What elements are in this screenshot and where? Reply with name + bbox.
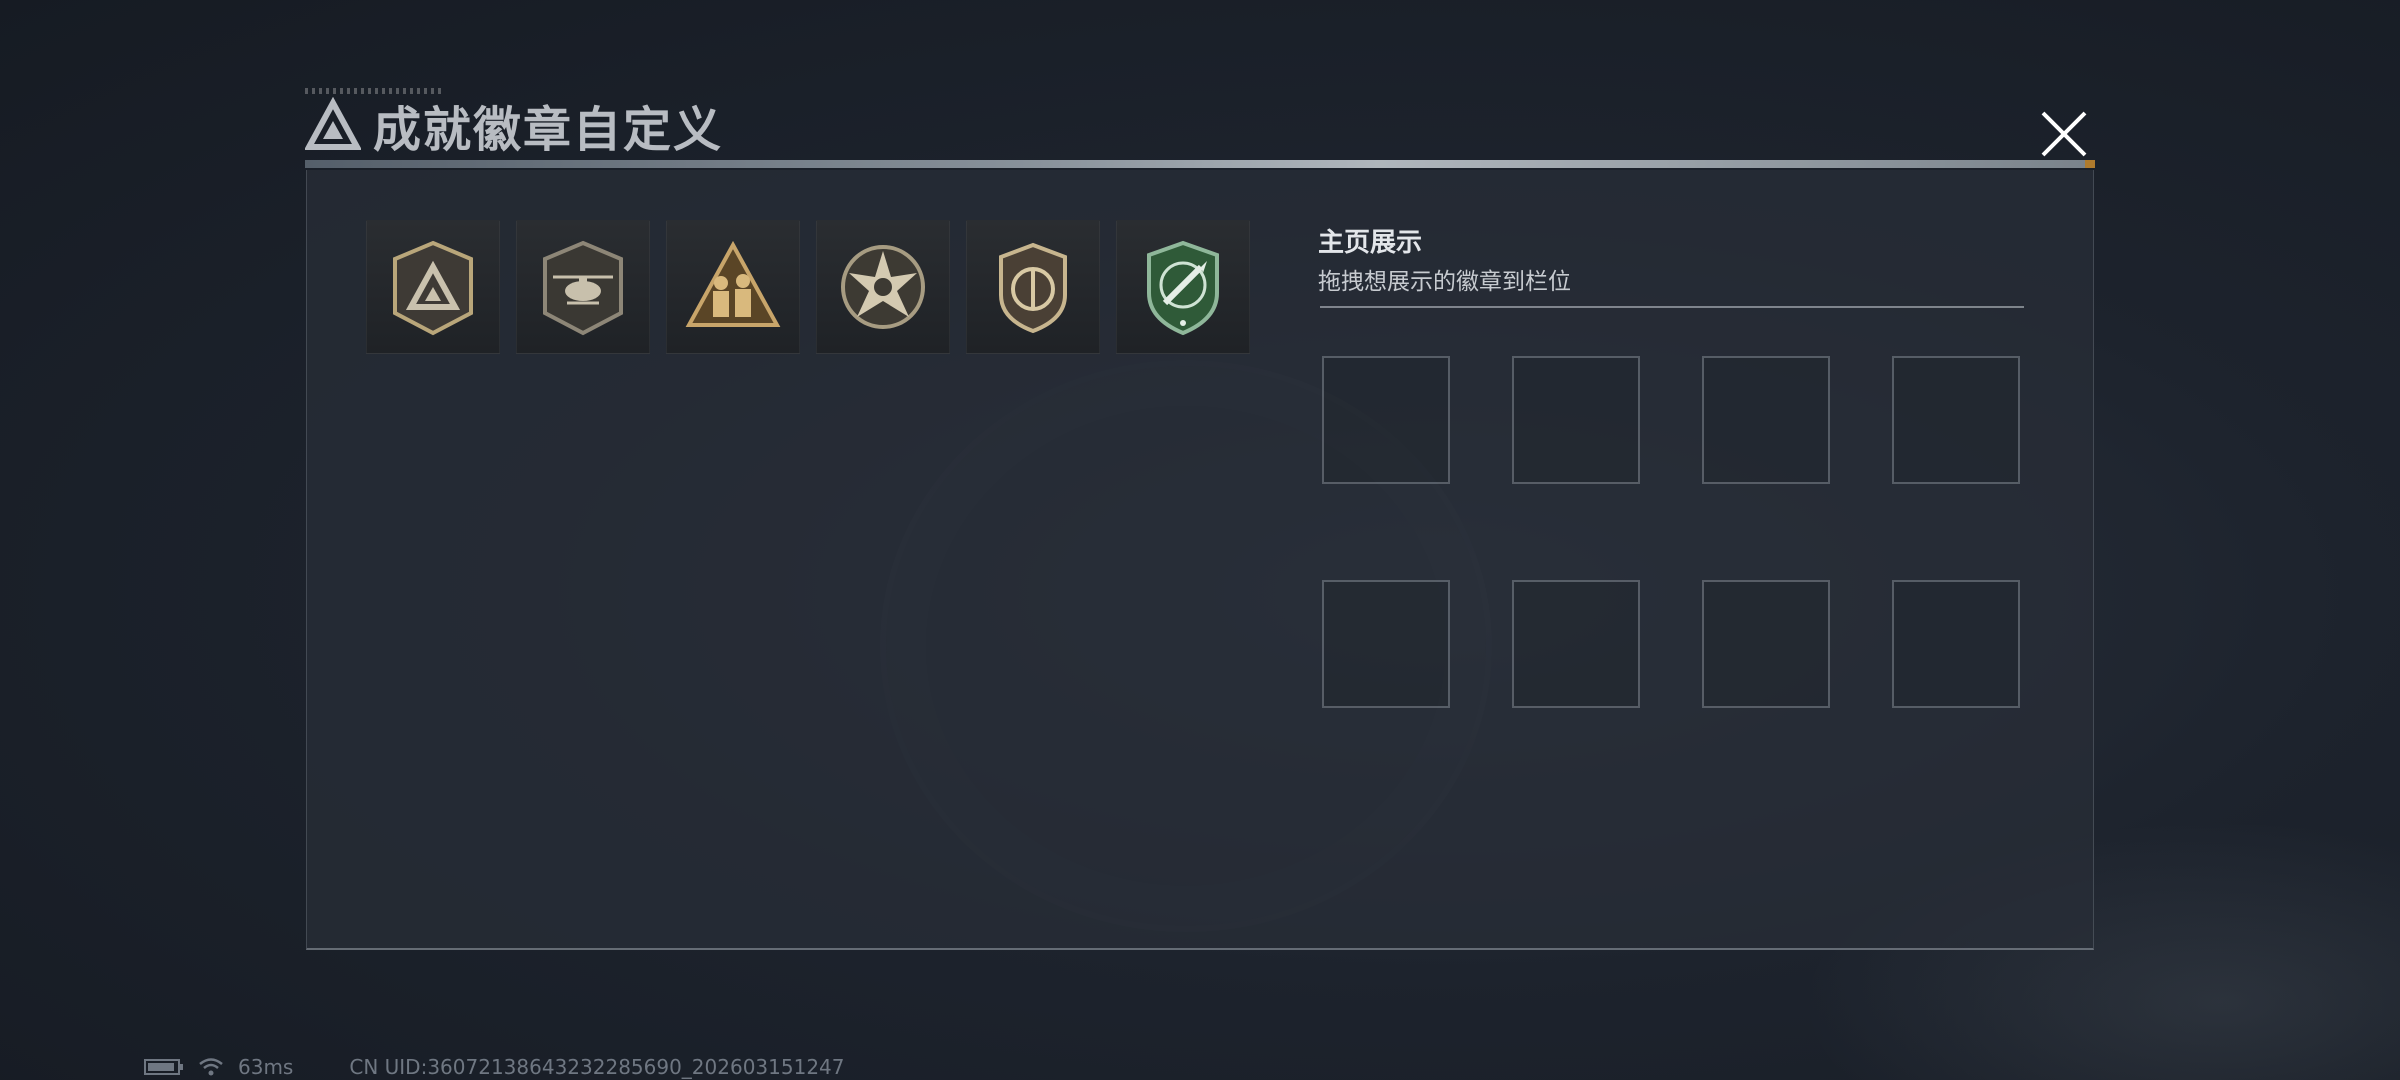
shield-triangle-badge-icon [393, 240, 473, 336]
green-knife-shield-badge-icon [1147, 240, 1219, 336]
close-button[interactable] [2030, 100, 2098, 168]
showcase-subtitle: 拖拽想展示的徽章到栏位 [1318, 269, 1571, 295]
close-icon [2041, 111, 2087, 157]
ping-value: 63ms [238, 1055, 294, 1079]
badge-slot-4[interactable] [816, 220, 950, 354]
header-divider [305, 160, 2095, 168]
showcase-slot-4[interactable] [1892, 356, 2020, 484]
showcase-slot-8[interactable] [1892, 580, 2020, 708]
badge-slot-3[interactable] [666, 220, 800, 354]
wifi-icon [199, 1058, 223, 1076]
battery-icon [144, 1059, 183, 1075]
showcase-title: 主页展示 [1318, 228, 1423, 258]
showcase-slot-6[interactable] [1512, 580, 1640, 708]
star-skull-badge-icon [841, 245, 925, 329]
badge-slot-1[interactable] [366, 220, 500, 354]
showcase-slot-2[interactable] [1512, 356, 1640, 484]
showcase-slot-7[interactable] [1702, 580, 1830, 708]
dialog-header: 成就徽章自定义 [305, 92, 723, 158]
dialog-title: 成就徽章自定义 [373, 102, 724, 158]
showcase-slot-1[interactable] [1322, 356, 1450, 484]
uid-text: CN UID:36072138643232285690_202603151247 [349, 1055, 845, 1079]
showcase-divider [1320, 306, 2024, 308]
status-bar: 63ms CN UID:36072138643232285690_2026031… [144, 1054, 845, 1080]
helicopter-badge-icon [543, 240, 623, 336]
showcase-slot-3[interactable] [1702, 356, 1830, 484]
badge-slot-6[interactable] [1116, 220, 1250, 354]
showcase-slot-5[interactable] [1322, 580, 1450, 708]
shield-emblem-badge-icon [999, 242, 1067, 334]
triangle-logo-icon [305, 97, 361, 150]
badge-slot-5[interactable] [966, 220, 1100, 354]
badge-slot-2[interactable] [516, 220, 650, 354]
soldiers-triangle-badge-icon [685, 240, 781, 327]
